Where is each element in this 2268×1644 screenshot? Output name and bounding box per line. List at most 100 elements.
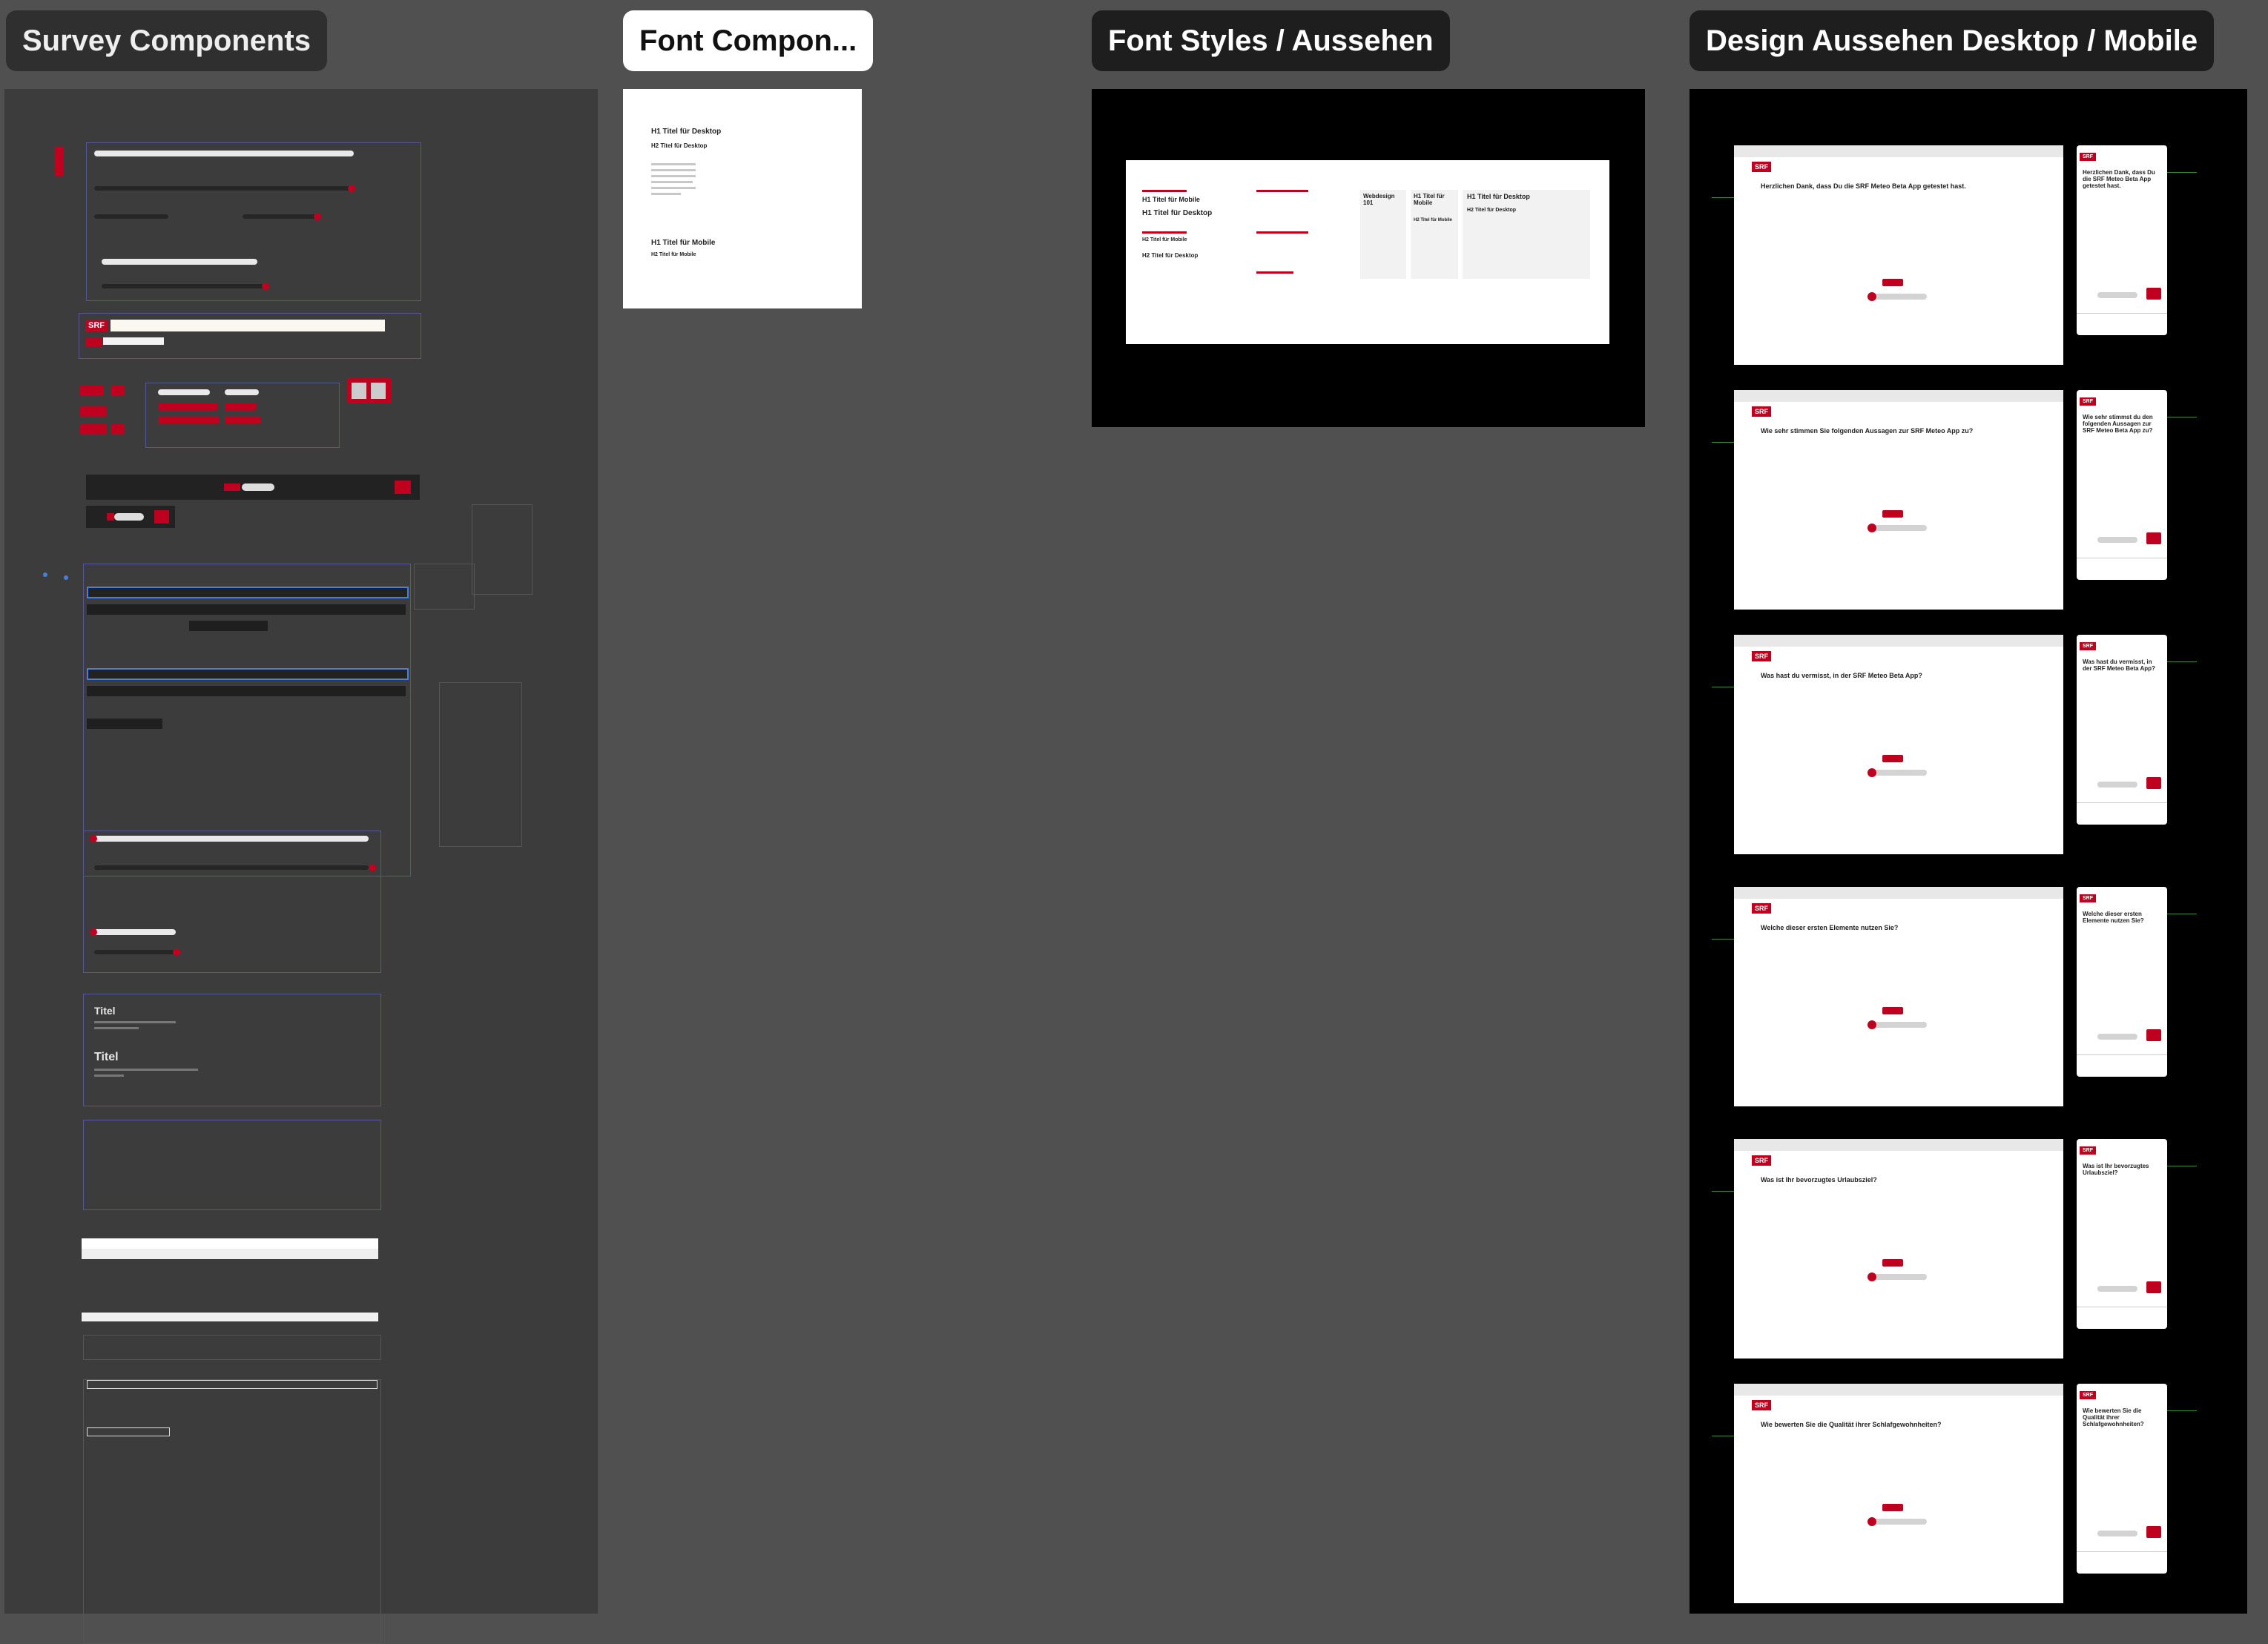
progress-knob [1868,768,1876,777]
annotation-line [2167,172,2197,173]
divider [2077,1054,2167,1055]
progress-bar [1868,1022,1927,1028]
progress-knob [1868,1272,1876,1281]
progress-bar [1868,294,1927,300]
mobile-screen[interactable]: SRF Wie sehr stimmst du den folgenden Aus… [2077,390,2167,580]
style-card-h2-mobile: H2 Titel für Mobile [1414,218,1452,222]
srf-logo: SRF [2080,397,2096,406]
srf-logo: SRF [2080,1146,2096,1155]
header-group: SRF [79,313,421,359]
long-slider-group [83,831,381,973]
question-text: Wie sehr stimmen Sie folgenden Aussagen … [1761,427,1974,435]
mobile-question-text: Was hast du vermisst, in der SRF Meteo B… [2083,658,2155,672]
browser-bar [1734,1384,2063,1396]
desktop-screen[interactable]: SRF Welche dieser ersten Elemente nutzen … [1734,887,2063,1106]
desktop-screen[interactable]: SRF Herzlichen Dank, dass Du die SRF Mete… [1734,145,2063,365]
progress-bar [2097,782,2137,788]
next-button[interactable] [1882,510,1903,518]
desktop-screen[interactable]: SRF Wie bewerten Sie die Qualität ihrer S… [1734,1384,2063,1603]
next-button[interactable] [2146,288,2161,300]
question-text: Wie bewerten Sie die Qualität ihrer Schl… [1761,1421,1942,1428]
mobile-screen[interactable]: SRF Herzlichen Dank, dass Du die SRF Mete… [2077,145,2167,335]
font-h2-mobile: H2 Titel für Mobile [651,252,696,257]
desktop-screen[interactable]: SRF Was hast du vermisst, in der SRF Mete… [1734,635,2063,854]
srf-logo: SRF [1752,406,1771,417]
frame-label-font-components[interactable]: Font Compon... [623,10,874,71]
browser-bar [1734,635,2063,647]
srf-logo: SRF [2080,642,2096,650]
srf-logo: SRF [2080,153,2096,161]
progress-footer [86,475,420,500]
progress-bar [2097,1531,2137,1536]
next-button[interactable] [1882,279,1903,286]
font-components-frame[interactable]: H1 Titel für Desktop H2 Titel für Deskto… [623,89,862,308]
progress-knob [1868,1517,1876,1526]
srf-logo: SRF [1752,903,1771,914]
next-button[interactable] [1882,755,1903,762]
style-card-h2-desktop: H2 Titel für Desktop [1467,208,1516,213]
browser-bar [1734,887,2063,899]
desktop-screen[interactable]: SRF Was ist Ihr bevorzugtes Urlaubsziel? [1734,1139,2063,1359]
frame-label-survey-components[interactable]: Survey Components [6,10,327,71]
slider-group [86,142,421,301]
divider [2077,313,2167,314]
progress-knob [1868,1020,1876,1029]
progress-knob [1868,292,1876,301]
next-button[interactable] [2146,1029,2161,1041]
style-h1-mobile: H1 Titel für Mobile [1142,196,1200,203]
frame-label-design-aussehen[interactable]: Design Aussehen Desktop / Mobile [1690,10,2215,71]
desktop-screen[interactable]: SRF Wie sehr stimmen Sie folgenden Aussag… [1734,390,2063,610]
annotation-line [2167,661,2197,662]
srf-logo: SRF [1752,1155,1771,1166]
style-webdesign: Webdesign 101 [1363,193,1395,206]
mobile-screen[interactable]: SRF Wie bewerten Sie die Qualität ihrer S… [2077,1384,2167,1574]
mobile-question-text: Wie bewerten Sie die Qualität ihrer Schl… [2083,1407,2144,1427]
design-aussehen-frame[interactable]: SRF Herzlichen Dank, dass Du die SRF Mete… [1690,89,2247,1614]
rating-scale[interactable] [82,1313,378,1321]
mobile-screen[interactable]: SRF Was hast du vermisst, in der SRF Mete… [2077,635,2167,825]
srf-logo: SRF [85,320,108,331]
font-h2-desktop: H2 Titel für Desktop [651,142,708,149]
srf-logo: SRF [1752,651,1771,661]
next-button[interactable] [2146,1526,2161,1538]
question-text: Was hast du vermisst, in der SRF Meteo B… [1761,672,1922,679]
font-h1-desktop: H1 Titel für Desktop [651,128,722,136]
button-group[interactable] [80,386,125,397]
title-group: Titel Titel [83,994,381,1106]
srf-logo: SRF [2080,894,2096,902]
style-card-h1-mobile: H1 Titel für Mobile [1414,193,1445,206]
title-small: Titel [94,1005,116,1017]
next-button[interactable] [2146,777,2161,789]
progress-bar [1868,1274,1927,1280]
style-h2-desktop: H2 Titel für Desktop [1142,252,1199,259]
mobile-screen[interactable]: SRF Was ist Ihr bevorzugtes Urlaubsziel? [2077,1139,2167,1329]
matrix-table[interactable] [82,1238,378,1259]
progress-bar [2097,1034,2137,1040]
survey-components-frame[interactable]: SRF Titel Titel [4,89,598,1644]
browser-bar [1734,1139,2063,1151]
title-large: Titel [94,1051,119,1063]
font-styles-frame[interactable]: H1 Titel für Mobile H1 Titel für Desktop… [1092,89,1645,427]
srf-logo: SRF [1752,1400,1771,1410]
question-text: Welche dieser ersten Elemente nutzen Sie… [1761,924,1899,931]
mobile-screen[interactable]: SRF Welche dieser ersten Elemente nutzen … [2077,887,2167,1077]
next-button[interactable] [2146,532,2161,544]
next-button[interactable] [1882,1504,1903,1511]
divider [2077,802,2167,803]
mobile-question-text: Wie sehr stimmst du den folgenden Aussag… [2083,414,2153,434]
style-h1-desktop: H1 Titel für Desktop [1142,209,1213,217]
next-button[interactable] [1882,1007,1903,1014]
font-h1-mobile: H1 Titel für Mobile [651,239,716,247]
annotation-line [1712,442,1734,443]
browser-bar [1734,390,2063,402]
frame-label-font-styles[interactable]: Font Styles / Aussehen [1092,10,1450,71]
progress-bar [2097,292,2137,298]
progress-bar [1868,770,1927,776]
next-button[interactable] [1882,1259,1903,1267]
annotation-line [1712,1191,1734,1192]
list-group [83,1120,381,1210]
mobile-question-text: Herzlichen Dank, dass Du die SRF Meteo B… [2083,169,2155,189]
next-button[interactable] [2146,1281,2161,1293]
annotation-line [1712,939,1734,940]
question-text: Herzlichen Dank, dass Du die SRF Meteo B… [1761,182,1966,190]
